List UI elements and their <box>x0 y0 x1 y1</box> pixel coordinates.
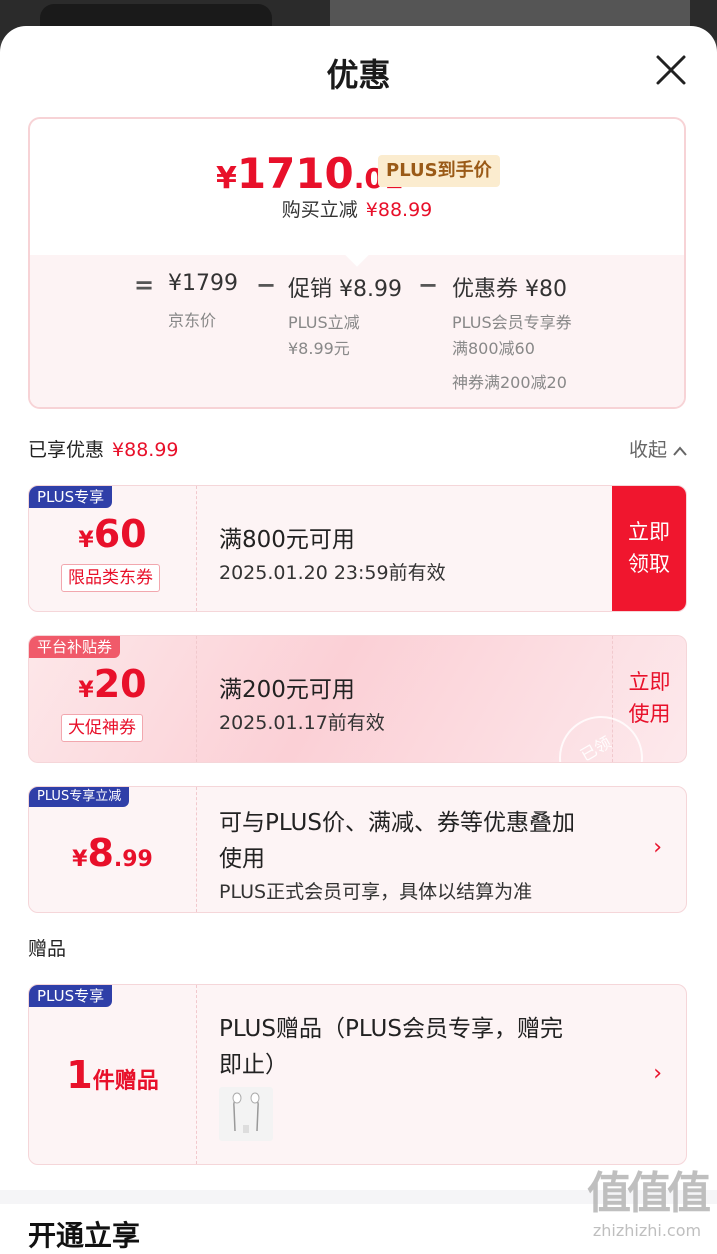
promo-amount: 促销 ¥8.99 <box>288 277 402 302</box>
promo-sub-value: ¥8.99元 <box>288 339 350 358</box>
plus-discount-tag: PLUS专享立减 <box>29 787 130 807</box>
discount-currency: ¥ <box>72 847 88 872</box>
coupon-condition: 满200元可用 <box>219 677 355 703</box>
coupon-divider <box>196 486 197 611</box>
discount-note: PLUS正式会员可享，具体以结算为准 <box>219 881 533 903</box>
coupon-sub-200: 神券满200减20 <box>452 373 567 392</box>
jd-price: ¥1799 <box>168 271 238 296</box>
final-price: ¥1710.01 <box>216 149 403 198</box>
price-summary-card: ¥1710.01 PLUS到手价 购买立减¥88.99 = ¥1799 京东价 … <box>28 117 686 409</box>
claim-line-2: 领取 <box>628 552 670 576</box>
platform-subsidy-tag: 平台补贴券 <box>29 636 121 658</box>
jd-price-label: 京东价 <box>168 311 217 330</box>
collapse-label: 收起 <box>628 439 667 461</box>
coupon-validity: 2025.01.17前有效 <box>219 712 385 734</box>
earphones-icon <box>232 1092 260 1133</box>
coupon-amount: ¥60 <box>29 512 196 556</box>
discount-sheet: 优惠 ¥1710.01 PLUS到手价 购买立减 ¥88.99 = ¥1799 京… <box>0 26 717 1254</box>
coupon-card-platform: 平台补贴券 ¥20 大促神券 满200元可用 2025.01.17前有效 已领 … <box>28 635 687 763</box>
coupon-scope-tag: 大促神券 <box>61 714 143 742</box>
sheet-title: 优惠 <box>326 56 391 94</box>
gift-title-line-1: PLUS赠品（PLUS会员专享，赠完 <box>219 1016 563 1042</box>
equals-sign: = <box>134 271 155 299</box>
promo-sub-label: PLUS立减 <box>288 313 360 332</box>
enjoyed-label: 已享优惠 <box>28 439 105 461</box>
close-icon <box>656 55 686 85</box>
minus-sign-1: − <box>256 271 277 299</box>
coupon-amount: ¥20 <box>29 662 196 706</box>
watermark-logo: 值值值 <box>587 1168 711 1219</box>
chevron-right-icon: › <box>653 1061 662 1086</box>
use-line-2: 使用 <box>628 702 671 726</box>
gift-card[interactable]: PLUS专享 1件赠品 PLUS赠品（PLUS会员专享，赠完 即止） › <box>28 984 687 1165</box>
currency-symbol: ¥ <box>216 161 237 196</box>
coupon-sub-800: 满800减60 <box>452 339 535 358</box>
enjoyed-discount-row: 已享优惠 ¥88.99 <box>28 435 179 462</box>
gift-title-line-2: 即止） <box>219 1052 288 1078</box>
plus-discount-card[interactable]: PLUS专享立减 ¥8.99 可与PLUS价、满减、券等优惠叠加 使用 PLUS… <box>28 786 687 913</box>
gift-thumbnail <box>219 1087 273 1141</box>
coupon-amount: 优惠券 ¥80 <box>452 277 567 302</box>
coupon-divider <box>196 636 197 762</box>
gift-count: 1件赠品 <box>29 1053 196 1097</box>
minus-sign-2: − <box>418 271 439 299</box>
watermark-domain: zhizhizhi.com <box>592 1221 702 1240</box>
chevron-up-icon <box>673 446 687 456</box>
price-integer: 1710 <box>236 149 354 198</box>
coupon-scope-tag: 限品类东券 <box>61 564 160 592</box>
close-button[interactable] <box>653 52 689 88</box>
collapse-button[interactable]: 收起 <box>629 435 687 462</box>
gift-count-number: 1 <box>66 1053 93 1097</box>
plus-exclusive-tag: PLUS专享 <box>29 486 113 508</box>
discount-title-line-2: 使用 <box>219 846 265 872</box>
coupon-divider <box>196 787 197 912</box>
use-coupon-button[interactable]: 立即 使用 <box>612 636 686 762</box>
discount-integer: 8 <box>87 831 114 875</box>
save-label: 购买立减 <box>281 199 358 221</box>
coupon-divider <box>196 985 197 1164</box>
coupon-currency: ¥ <box>78 678 94 703</box>
coupon-card-plus: PLUS专享 ¥60 限品类东券 满800元可用 2025.01.20 23:5… <box>28 485 687 612</box>
discount-title-line-1: 可与PLUS价、满减、券等优惠叠加 <box>219 810 575 836</box>
gift-plus-tag: PLUS专享 <box>29 985 113 1007</box>
instant-discount-line: 购买立减 ¥88.99 <box>30 195 684 222</box>
claim-coupon-button[interactable]: 立即 领取 <box>612 486 686 611</box>
enjoyed-amount: ¥88.99 <box>112 439 179 461</box>
gift-section-label: 赠品 <box>28 938 67 960</box>
coupon-sub-plus: PLUS会员专享券 <box>452 313 572 332</box>
next-section-title: 开通立享 <box>28 1219 141 1252</box>
chevron-right-icon: › <box>653 835 662 860</box>
coupon-currency: ¥ <box>78 528 94 553</box>
coupon-condition: 满800元可用 <box>219 527 355 553</box>
coupon-value: 60 <box>93 512 147 556</box>
coupon-validity: 2025.01.20 23:59前有效 <box>219 562 446 584</box>
plus-price-tag: PLUS到手价 <box>378 155 500 187</box>
save-amount: ¥88.99 <box>365 199 433 221</box>
use-line-1: 立即 <box>628 670 671 694</box>
discount-decimal: .99 <box>113 847 153 872</box>
coupon-value: 20 <box>93 662 147 706</box>
plus-discount-amount: ¥8.99 <box>29 831 196 875</box>
gift-count-label: 件赠品 <box>92 1069 159 1094</box>
claim-line-1: 立即 <box>628 520 670 544</box>
site-watermark: 值值值 zhizhizhi.com <box>587 1157 711 1240</box>
